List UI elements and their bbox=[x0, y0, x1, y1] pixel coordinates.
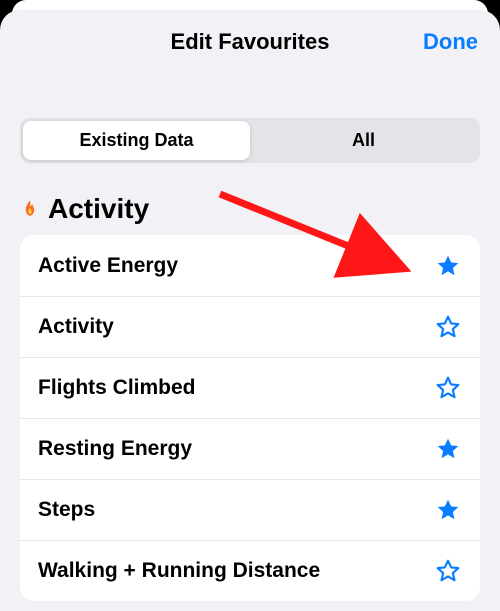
list-item-label: Flights Climbed bbox=[38, 376, 196, 400]
star-outline-icon[interactable] bbox=[434, 557, 462, 585]
list-item[interactable]: Activity bbox=[20, 296, 480, 357]
star-outline-icon[interactable] bbox=[434, 313, 462, 341]
list-item[interactable]: Walking + Running Distance bbox=[20, 540, 480, 601]
modal-sheet: Edit Favourites Done Existing Data All A… bbox=[0, 10, 500, 611]
list-item-label: Walking + Running Distance bbox=[38, 559, 320, 583]
list-item-label: Steps bbox=[38, 498, 95, 522]
section-title: Activity bbox=[48, 193, 149, 225]
flame-icon bbox=[20, 197, 40, 221]
list-item-label: Activity bbox=[38, 315, 114, 339]
star-outline-icon[interactable] bbox=[434, 374, 462, 402]
list-item[interactable]: Steps bbox=[20, 479, 480, 540]
star-icon[interactable] bbox=[434, 435, 462, 463]
done-button[interactable]: Done bbox=[423, 29, 478, 55]
favourites-list: Active Energy Activity Flights Climbed R… bbox=[20, 235, 480, 601]
header: Edit Favourites Done bbox=[0, 10, 500, 74]
page-title: Edit Favourites bbox=[171, 29, 330, 55]
list-item[interactable]: Resting Energy bbox=[20, 418, 480, 479]
list-item[interactable]: Active Energy bbox=[20, 235, 480, 296]
star-icon[interactable] bbox=[434, 496, 462, 524]
tab-existing-data[interactable]: Existing Data bbox=[23, 121, 250, 160]
section-activity: Activity Active Energy Activity Flights … bbox=[0, 193, 500, 601]
list-item-label: Resting Energy bbox=[38, 437, 192, 461]
tab-all[interactable]: All bbox=[250, 121, 477, 160]
star-icon[interactable] bbox=[434, 252, 462, 280]
list-item[interactable]: Flights Climbed bbox=[20, 357, 480, 418]
segmented-control-wrap: Existing Data All bbox=[0, 118, 500, 163]
segmented-control: Existing Data All bbox=[20, 118, 480, 163]
list-item-label: Active Energy bbox=[38, 254, 178, 278]
section-header: Activity bbox=[20, 193, 480, 225]
